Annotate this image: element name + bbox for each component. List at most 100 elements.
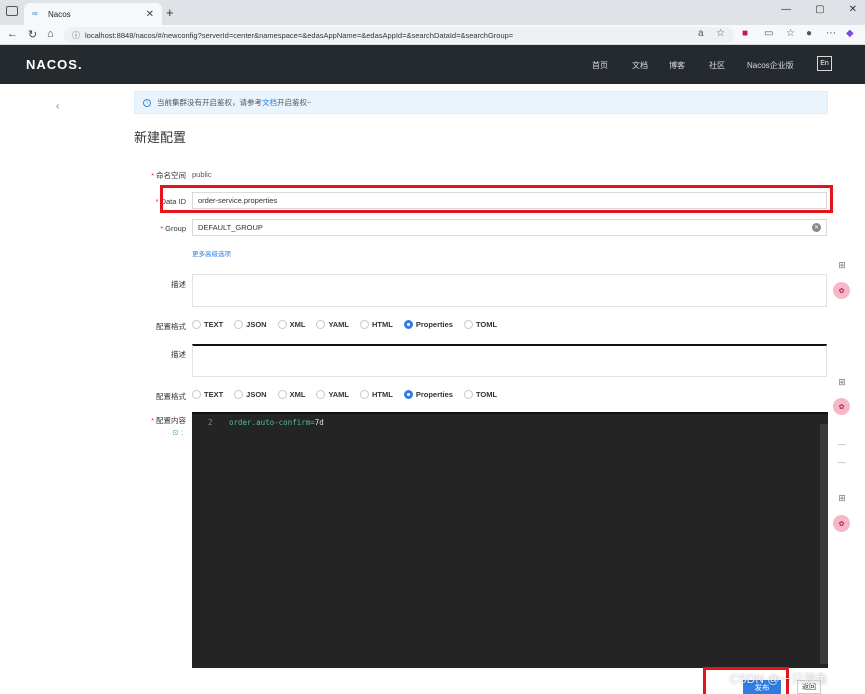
format-radio-yaml[interactable]: YAML [316, 320, 349, 329]
tab-title: Nacos [48, 9, 71, 19]
radio-icon [360, 320, 370, 329]
radio-selected-icon [403, 390, 413, 399]
back-icon[interactable]: ← [7, 28, 18, 40]
code-editor[interactable]: 2 order.auto-confirm=7d [192, 412, 828, 668]
group-input[interactable]: DEFAULT_GROUP ✕ [192, 219, 827, 236]
format-radio-yaml[interactable]: YAML [316, 390, 349, 399]
clear-icon[interactable]: ✕ [812, 223, 821, 232]
description-label: 描述 [171, 280, 186, 289]
format-radio-properties[interactable]: Properties [403, 390, 453, 399]
assistant-avatar-icon[interactable]: ✿ [833, 282, 850, 299]
favorites-icon[interactable]: ☆ [786, 28, 795, 39]
browser-tab[interactable]: ∞ Nacos ✕ [24, 3, 162, 25]
format-radio-html[interactable]: HTML [360, 390, 393, 399]
nacos-logo[interactable]: NACOS. [26, 57, 83, 72]
split-screen-icon[interactable]: ▭ [764, 28, 773, 39]
format-radio-text[interactable]: TEXT [192, 390, 223, 399]
info-icon: i [143, 98, 151, 107]
radio-icon [234, 320, 244, 329]
code-text: order.auto-confirm=7d [229, 418, 324, 427]
content-label: * 配置内容 [151, 416, 186, 425]
more-menu-icon[interactable]: ⋯ [826, 28, 836, 39]
apps-icon[interactable]: ⊞ [834, 374, 850, 390]
site-info-icon[interactable]: ⓘ [72, 30, 80, 41]
format-radio-html[interactable]: HTML [360, 320, 393, 329]
language-switch-button[interactable]: En [817, 56, 832, 71]
sidebar: ‹ [0, 84, 120, 694]
format-radio-group: TEXT JSON XML YAML HTML Properties TOML [192, 390, 508, 399]
auth-notice: i 当前集群没有开启鉴权，请参考 文档 开启鉴权~ [134, 91, 828, 114]
nacos-favicon-icon: ∞ [32, 9, 38, 18]
format-radio-toml[interactable]: TOML [463, 320, 497, 329]
radio-icon [360, 390, 370, 399]
radio-icon [463, 320, 473, 329]
close-window-icon[interactable]: ✕ [849, 4, 857, 15]
format-radio-json[interactable]: JSON [234, 320, 267, 329]
editor-scrollbar[interactable] [820, 424, 828, 664]
page-title: 新建配置 [134, 130, 187, 145]
csdn-watermark: CSDN @一只游鱼 [730, 672, 828, 686]
format-radio-text[interactable]: TEXT [192, 320, 223, 329]
maximize-icon[interactable]: ▢ [815, 4, 824, 15]
assistant-avatar-icon[interactable]: ✿ [833, 398, 850, 415]
line-number: 2 [208, 418, 213, 427]
copilot-icon[interactable]: ◆ [846, 28, 854, 39]
format-radio-xml[interactable]: XML [277, 390, 305, 399]
help-icon[interactable]: ⊙ : [172, 428, 183, 437]
format-radio-toml[interactable]: TOML [463, 390, 497, 399]
divider-icon: — [838, 440, 846, 449]
required-mark: * [151, 171, 154, 180]
nav-docs[interactable]: 文档 [632, 60, 648, 71]
namespace-label: * 命名空间 [151, 171, 186, 180]
apps-icon[interactable]: ⊞ [834, 490, 850, 506]
nav-home[interactable]: 首页 [592, 60, 608, 71]
group-input-value: DEFAULT_GROUP [198, 223, 263, 232]
nav-enterprise[interactable]: Nacos企业版 [747, 60, 794, 71]
format-radio-xml[interactable]: XML [277, 320, 305, 329]
format-label: 配置格式 [156, 392, 186, 401]
radio-icon [316, 390, 326, 399]
favorite-star-icon[interactable]: ☆ [716, 28, 725, 39]
browser-tab-bar: ∞ Nacos ✕ + — ▢ ✕ [0, 0, 865, 25]
required-mark: * [155, 197, 159, 206]
radio-icon [277, 320, 287, 329]
nav-blog[interactable]: 博客 [669, 60, 685, 71]
window-controls: — ▢ ✕ [781, 4, 857, 15]
read-aloud-icon[interactable]: a [698, 28, 704, 39]
address-bar: ← ↻ ⌂ ⓘ localhost:8848/nacos/#/newconfig… [0, 25, 865, 45]
more-options-link[interactable]: 更多高级选项 [192, 248, 231, 258]
required-mark: * [160, 224, 164, 233]
description-label: 描述 [171, 350, 186, 359]
refresh-icon[interactable]: ↻ [28, 28, 37, 41]
assistant-avatar-icon[interactable]: ✿ [833, 515, 850, 532]
format-radio-json[interactable]: JSON [234, 390, 267, 399]
format-radio-properties[interactable]: Properties [403, 320, 453, 329]
namespace-value: public [192, 170, 212, 179]
radio-selected-icon [403, 320, 413, 329]
radio-icon [234, 390, 244, 399]
radio-icon [463, 390, 473, 399]
notice-doc-link[interactable]: 文档 [262, 97, 277, 108]
description-textarea[interactable] [192, 274, 827, 307]
required-mark: * [151, 416, 154, 425]
divider-icon: — [838, 458, 846, 467]
url-text: localhost:8848/nacos/#/newconfig?serverI… [85, 30, 514, 40]
extension-icon[interactable]: ■ [742, 28, 748, 39]
collapse-sidebar-icon[interactable]: ‹ [56, 101, 59, 112]
radio-icon [192, 390, 201, 399]
radio-icon [192, 320, 201, 329]
nav-community[interactable]: 社区 [709, 60, 725, 71]
home-icon[interactable]: ⌂ [47, 28, 54, 40]
minimize-icon[interactable]: — [781, 4, 791, 15]
profile-avatar-icon[interactable]: ● [806, 28, 812, 39]
tab-close-icon[interactable]: ✕ [146, 9, 154, 20]
url-field[interactable]: ⓘ localhost:8848/nacos/#/newconfig?serve… [64, 27, 734, 43]
radio-icon [316, 320, 326, 329]
radio-icon [277, 390, 287, 399]
apps-icon[interactable]: ⊞ [834, 257, 850, 273]
notice-text-after: 开启鉴权~ [277, 98, 312, 107]
description-textarea[interactable] [192, 344, 827, 377]
notice-text-before: 当前集群没有开启鉴权，请参考 [157, 98, 262, 107]
workspaces-icon[interactable] [6, 6, 18, 16]
new-tab-icon[interactable]: + [166, 5, 174, 20]
